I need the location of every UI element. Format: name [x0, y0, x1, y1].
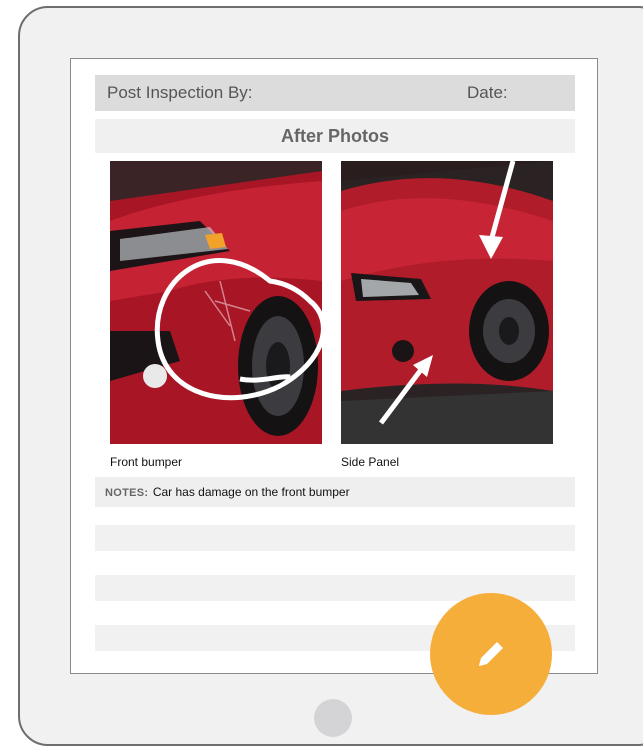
inspection-header: Post Inspection By: Date: — [95, 75, 575, 111]
section-title: After Photos — [95, 119, 575, 153]
home-button[interactable] — [314, 699, 352, 737]
tablet-screen: Post Inspection By: Date: After Photos F… — [70, 58, 598, 674]
notes-label: NOTES: — [105, 487, 149, 499]
post-inspection-label: Post Inspection By: — [107, 83, 253, 102]
side-panel-photo[interactable] — [341, 161, 553, 444]
car-photo-side-panel-icon — [341, 161, 553, 444]
caption-side-panel: Side Panel — [341, 455, 400, 469]
notes-line[interactable] — [95, 525, 575, 551]
front-bumper-photo[interactable] — [110, 161, 322, 444]
edit-button[interactable] — [430, 593, 552, 715]
notes-text[interactable]: Car has damage on the front bumper — [153, 485, 350, 499]
car-photo-front-bumper-icon — [110, 161, 322, 444]
date-label: Date: — [467, 83, 508, 102]
caption-front-bumper: Front bumper — [110, 455, 183, 469]
notes-row: NOTES: Car has damage on the front bumpe… — [95, 477, 575, 507]
pencil-icon — [479, 639, 506, 666]
